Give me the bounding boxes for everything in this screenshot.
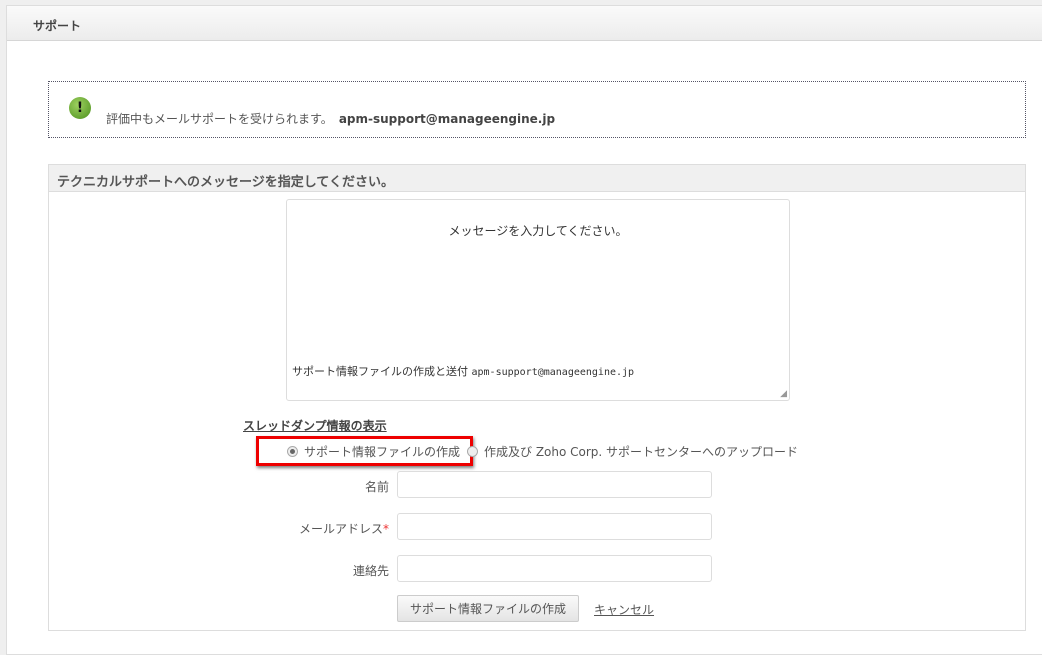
- notice-email: apm-support@manageengine.jp: [338, 112, 556, 126]
- page-title: サポート: [7, 6, 1042, 41]
- option-create-file[interactable]: サポート情報ファイルの作成: [287, 443, 460, 460]
- contact-input[interactable]: [397, 555, 712, 582]
- message-placeholder: メッセージを入力してください。: [448, 224, 628, 238]
- message-line-text: サポート情報ファイルの作成と送付: [292, 365, 468, 378]
- option-create-upload[interactable]: 作成及び Zoho Corp. サポートセンターへのアップロード: [467, 443, 798, 460]
- section-title: テクニカルサポートへのメッセージを指定してください。: [49, 164, 1025, 192]
- notice-text: 評価中もメールサポートを受けられます。: [106, 112, 333, 126]
- required-mark: *: [383, 522, 389, 536]
- option-label: サポート情報ファイルの作成: [304, 445, 461, 459]
- email-input[interactable]: [397, 513, 712, 540]
- message-line-email: apm-support@manageengine.jp: [471, 367, 635, 378]
- message-section: テクニカルサポートへのメッセージを指定してください。 メッセージを入力してくださ…: [48, 164, 1026, 631]
- radio-create-upload[interactable]: [467, 446, 478, 457]
- name-label: 名前: [364, 480, 389, 494]
- message-textarea[interactable]: メッセージを入力してください。 サポート情報ファイルの作成と送付 apm-sup…: [286, 199, 790, 401]
- email-label: メールアドレス: [298, 522, 383, 536]
- cancel-link[interactable]: キャンセル: [594, 601, 654, 618]
- create-support-file-button[interactable]: サポート情報ファイルの作成: [397, 595, 579, 622]
- option-label: 作成及び Zoho Corp. サポートセンターへのアップロード: [484, 445, 799, 459]
- resize-handle-icon[interactable]: ◢: [780, 389, 787, 399]
- thread-dump-link[interactable]: スレッドダンプ情報の表示: [243, 417, 387, 434]
- evaluation-notice: ! 評価中もメールサポートを受けられます。 apm-support@managee…: [48, 81, 1026, 138]
- exclamation-icon: !: [69, 97, 91, 119]
- radio-create-file[interactable]: [287, 446, 298, 457]
- contact-label: 連絡先: [352, 564, 389, 578]
- name-input[interactable]: [397, 471, 712, 498]
